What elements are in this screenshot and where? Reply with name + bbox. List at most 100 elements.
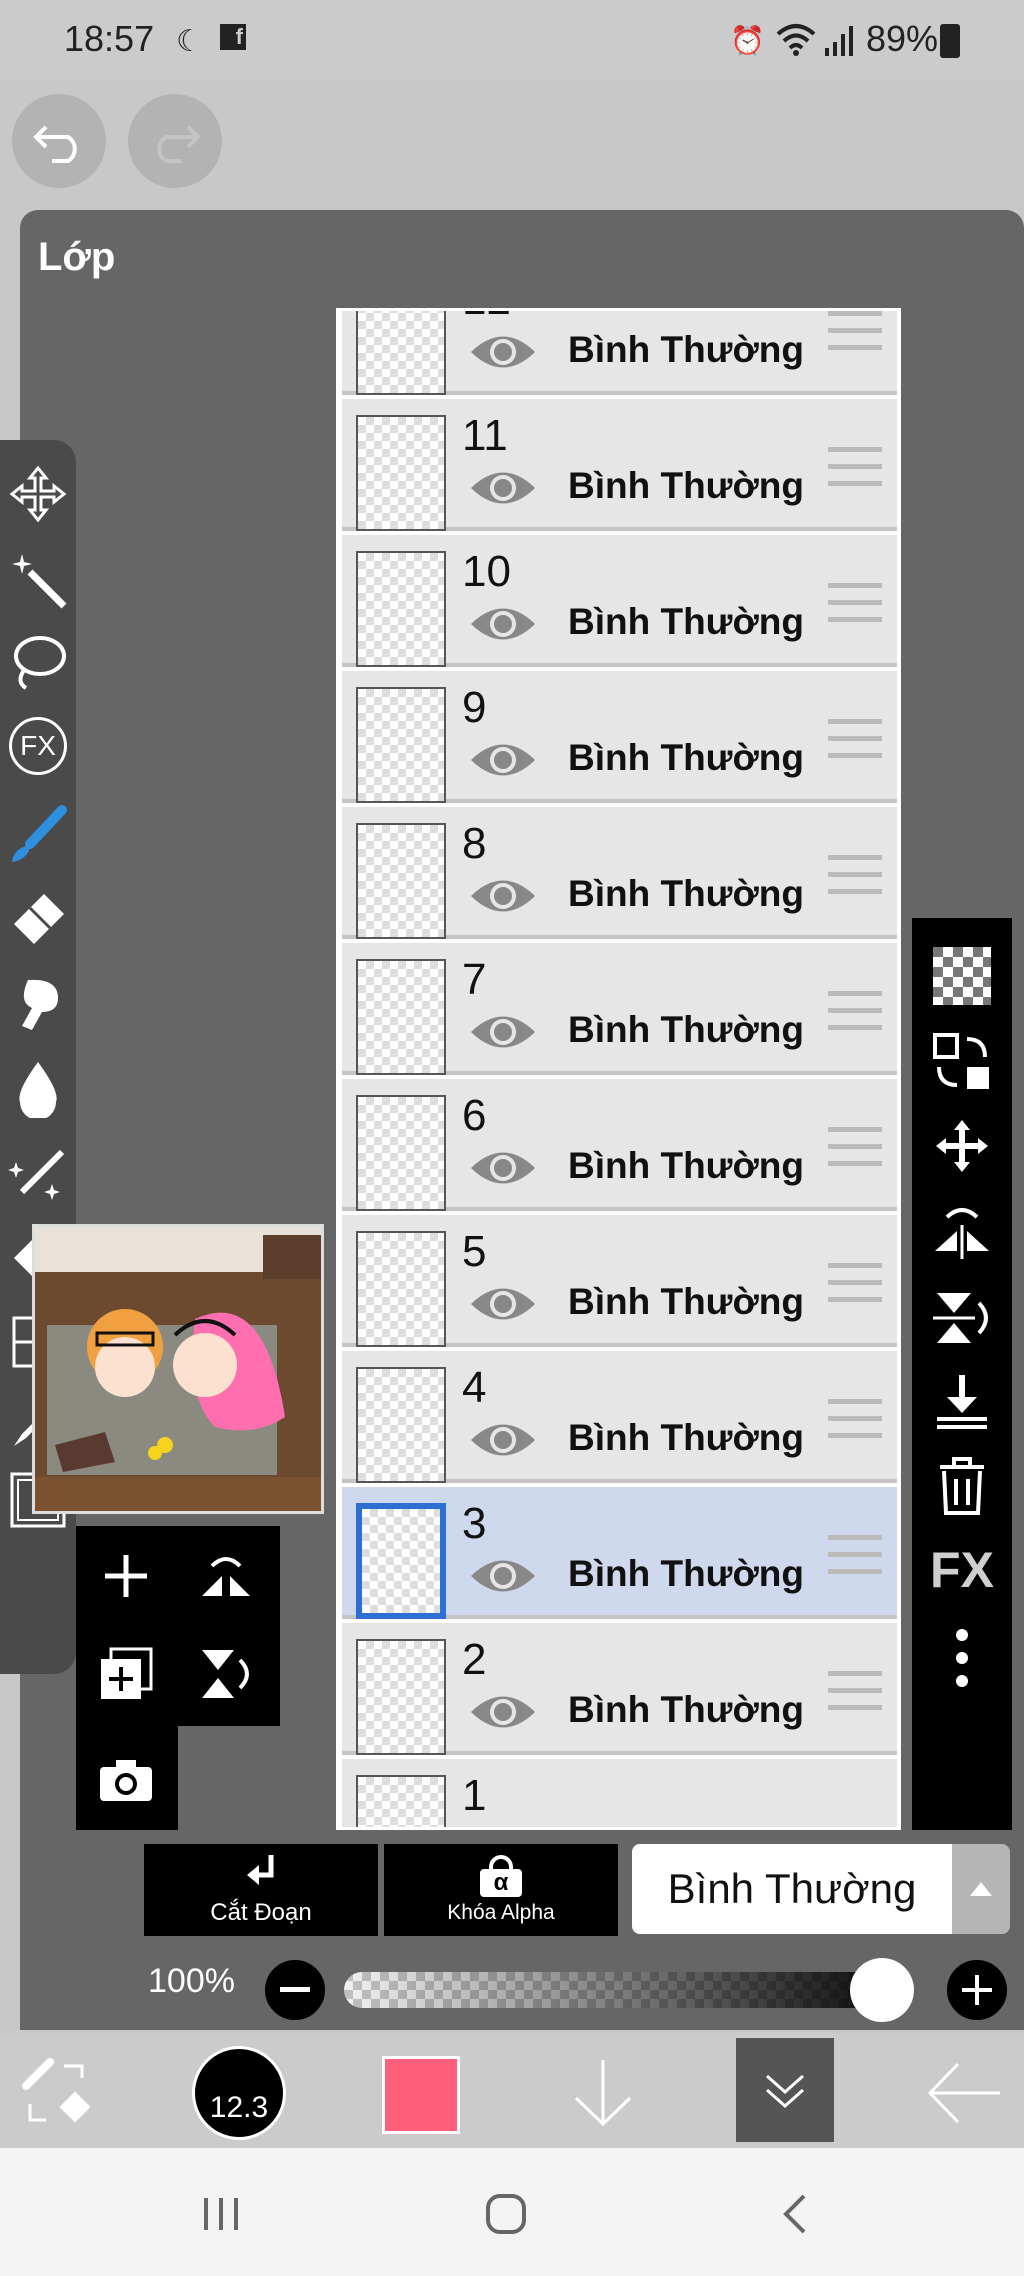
visibility-eye-icon[interactable] — [468, 1415, 538, 1465]
back-arrow-button[interactable] — [924, 2056, 1004, 2130]
duplicate-layer-button[interactable] — [94, 1642, 158, 1706]
transparent-layer-icon[interactable] — [922, 936, 1002, 1016]
plus-icon — [962, 1975, 992, 2005]
visibility-eye-icon[interactable] — [468, 463, 538, 513]
swap-layers-icon[interactable] — [922, 1022, 1002, 1102]
drag-handle-icon[interactable] — [828, 1125, 882, 1169]
layer-blend-mode: Bình Thường — [568, 873, 804, 914]
opacity-decrease-button[interactable] — [262, 1957, 328, 2023]
merge-down-icon[interactable] — [922, 1362, 1002, 1442]
blend-mode-select[interactable]: Bình Thường — [632, 1844, 952, 1934]
flip-vertical-icon[interactable] — [922, 1278, 1002, 1358]
layer-row[interactable]: 4 Bình Thường — [342, 1351, 897, 1483]
drag-handle-icon[interactable] — [828, 309, 882, 353]
system-nav-bar — [0, 2148, 1024, 2276]
alarm-icon: ⏰ — [730, 25, 765, 56]
flip-vertical-icon — [202, 1650, 249, 1698]
visibility-eye-icon[interactable] — [468, 1007, 538, 1057]
layer-blend-mode: Bình Thường — [568, 737, 804, 778]
blur-drop-icon[interactable] — [4, 1054, 72, 1122]
eraser-icon[interactable] — [4, 884, 72, 952]
layer-row[interactable]: 11 Bình Thường — [342, 399, 897, 531]
layer-row[interactable]: 1 — [342, 1759, 897, 1827]
opacity-increase-button[interactable] — [944, 1957, 1010, 2023]
flip-vertical-button[interactable] — [194, 1642, 258, 1706]
redo-button[interactable] — [128, 94, 222, 188]
layer-row[interactable]: 3 Bình Thường — [342, 1487, 897, 1619]
sparkle-brush-icon[interactable] — [4, 1140, 72, 1208]
flip-horizontal-icon[interactable] — [922, 1192, 1002, 1272]
visibility-eye-icon[interactable] — [468, 871, 538, 921]
fx-filter-icon[interactable]: FX — [4, 712, 72, 780]
opacity-slider[interactable] — [344, 1972, 914, 2008]
layer-row[interactable]: 6 Bình Thường — [342, 1079, 897, 1211]
layer-row[interactable]: 8 Bình Thường — [342, 807, 897, 939]
drag-handle-icon[interactable] — [828, 1261, 882, 1305]
signal-icon — [825, 26, 853, 56]
brush-icon[interactable] — [4, 800, 72, 868]
drag-handle-icon[interactable] — [828, 989, 882, 1033]
add-layer-button[interactable] — [94, 1544, 158, 1608]
trash-icon[interactable] — [922, 1446, 1002, 1526]
undo-button[interactable] — [12, 94, 106, 188]
drag-handle-icon[interactable] — [828, 581, 882, 625]
back-button[interactable] — [776, 2192, 816, 2236]
layer-thumbnail — [356, 1095, 446, 1211]
double-chevron-down-icon — [766, 2074, 804, 2109]
visibility-eye-icon[interactable] — [468, 327, 538, 377]
layer-fx-button[interactable]: FX — [922, 1530, 1002, 1610]
magic-wand-icon[interactable] — [4, 546, 72, 614]
brush-size-button[interactable]: 12.3 — [192, 2046, 286, 2140]
visibility-eye-icon[interactable] — [468, 1551, 538, 1601]
layers-panel-button[interactable] — [736, 2038, 834, 2142]
visibility-eye-icon[interactable] — [468, 599, 538, 649]
clipping-arrow-icon — [247, 1855, 274, 1885]
layer-row[interactable]: 12 Bình Thường — [342, 309, 897, 395]
move-tool-icon[interactable] — [4, 460, 72, 528]
layer-quick-tools — [76, 1526, 280, 1830]
visibility-eye-icon[interactable] — [468, 1687, 538, 1737]
drag-handle-icon[interactable] — [828, 1397, 882, 1441]
canvas-preview[interactable] — [32, 1224, 324, 1514]
layer-row[interactable]: 9 Bình Thường — [342, 671, 897, 803]
drag-handle-icon[interactable] — [828, 445, 882, 489]
home-button[interactable] — [484, 2192, 528, 2236]
layer-row[interactable]: 7 Bình Thường — [342, 943, 897, 1075]
layer-thumbnail — [356, 1367, 446, 1483]
drag-handle-icon[interactable] — [828, 1533, 882, 1577]
smudge-icon[interactable] — [4, 968, 72, 1036]
layer-row[interactable]: 10 Bình Thường — [342, 535, 897, 667]
flip-layer-button[interactable] — [194, 1544, 258, 1608]
camera-button[interactable] — [94, 1748, 158, 1812]
layer-thumbnail — [356, 823, 446, 939]
layer-row[interactable]: 2 Bình Thường — [342, 1623, 897, 1755]
opacity-slider-handle[interactable] — [850, 1958, 914, 2022]
lasso-icon[interactable] — [4, 628, 72, 696]
layer-blend-mode: Bình Thường — [568, 1281, 804, 1322]
arrow-left-icon — [927, 2062, 1000, 2124]
tool-switch-button[interactable] — [20, 2056, 94, 2130]
move-layer-icon[interactable] — [922, 1106, 1002, 1186]
layer-number: 2 — [462, 1635, 487, 1684]
color-swatch[interactable] — [382, 2056, 460, 2134]
layer-number: 1 — [462, 1771, 487, 1820]
wifi-icon — [776, 24, 816, 56]
visibility-eye-icon[interactable] — [468, 735, 538, 785]
layer-thumbnail — [356, 551, 446, 667]
recent-apps-button[interactable] — [196, 2194, 246, 2234]
layer-row[interactable]: 5 Bình Thường — [342, 1215, 897, 1347]
more-options-icon[interactable] — [922, 1618, 1002, 1698]
alpha-lock-button[interactable]: α Khóa Alpha — [384, 1844, 618, 1936]
layer-number: 3 — [462, 1499, 487, 1548]
down-arrow-button[interactable] — [568, 2056, 638, 2130]
visibility-eye-icon[interactable] — [468, 1279, 538, 1329]
drag-handle-icon[interactable] — [828, 717, 882, 761]
drag-handle-icon[interactable] — [828, 853, 882, 897]
layer-list[interactable]: 12Bình Thường11Bình Thường10Bình Thường9… — [336, 308, 901, 1830]
drag-handle-icon[interactable] — [828, 1669, 882, 1713]
blend-mode-dropdown-button[interactable] — [952, 1844, 1010, 1934]
visibility-eye-icon[interactable] — [468, 1143, 538, 1193]
layer-number: 12 — [462, 311, 511, 325]
clipping-button[interactable]: Cắt Đoạn — [144, 1844, 378, 1936]
home-icon — [486, 2194, 526, 2234]
